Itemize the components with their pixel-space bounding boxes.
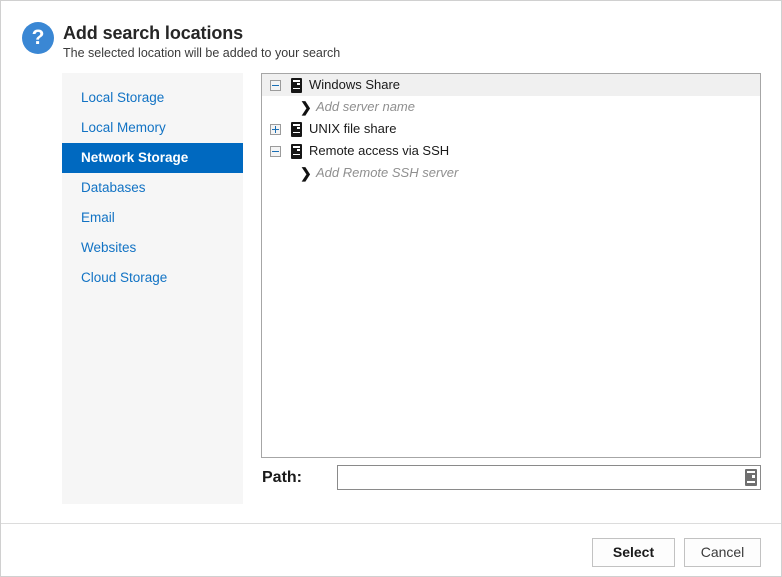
path-field[interactable]: [337, 465, 761, 490]
tree-row[interactable]: ❯ Add server name: [262, 96, 760, 118]
add-search-locations-dialog: ? Add search locations The selected loca…: [0, 0, 782, 577]
footer-divider: [1, 523, 781, 524]
tree-row-label: Add Remote SSH server: [316, 165, 459, 180]
sidebar-item-local-memory[interactable]: Local Memory: [62, 113, 243, 143]
sidebar-item-databases[interactable]: Databases: [62, 173, 243, 203]
chevron-right-icon: ❯: [300, 99, 312, 115]
tree-row[interactable]: Windows Share: [262, 74, 760, 96]
category-sidebar: Local Storage Local Memory Network Stora…: [62, 73, 243, 504]
page-title: Add search locations: [63, 23, 244, 43]
tree-row[interactable]: Remote access via SSH: [262, 140, 760, 162]
path-label: Path:: [262, 469, 302, 486]
cancel-button[interactable]: Cancel: [684, 538, 761, 567]
sidebar-item-local-storage[interactable]: Local Storage: [62, 83, 243, 113]
sidebar-item-label: Local Storage: [81, 90, 165, 105]
tree-row-label: Windows Share: [309, 77, 401, 92]
sidebar-item-websites[interactable]: Websites: [62, 233, 243, 263]
sidebar-item-network-storage[interactable]: Network Storage: [62, 143, 243, 173]
sidebar-item-label: Local Memory: [81, 120, 166, 135]
sidebar-item-email[interactable]: Email: [62, 203, 243, 233]
server-icon: [291, 122, 302, 137]
expand-toggle-icon[interactable]: [270, 124, 281, 135]
collapse-toggle-icon[interactable]: [270, 146, 281, 157]
location-tree: Windows Share ❯ Add server name UNIX fil…: [261, 73, 761, 458]
sidebar-item-label: Websites: [81, 240, 137, 255]
server-icon: [291, 78, 302, 93]
path-input[interactable]: [338, 466, 742, 489]
server-icon[interactable]: [745, 469, 757, 486]
tree-row[interactable]: ❯ Add Remote SSH server: [262, 162, 760, 184]
page-subtitle: The selected location will be added to y…: [63, 46, 341, 60]
tree-row-label: Add server name: [316, 99, 415, 114]
sidebar-item-label: Email: [81, 210, 115, 225]
tree-row-label: Remote access via SSH: [309, 143, 450, 158]
server-icon: [291, 144, 302, 159]
dialog-header: ? Add search locations The selected loca…: [1, 1, 781, 63]
question-mark-icon[interactable]: ?: [22, 22, 54, 54]
sidebar-item-label: Cloud Storage: [81, 270, 168, 285]
tree-row[interactable]: UNIX file share: [262, 118, 760, 140]
chevron-right-icon: ❯: [300, 165, 312, 181]
sidebar-item-cloud-storage[interactable]: Cloud Storage: [62, 263, 243, 293]
sidebar-item-label: Databases: [81, 180, 146, 195]
sidebar-item-label: Network Storage: [81, 150, 189, 165]
select-button[interactable]: Select: [592, 538, 675, 567]
collapse-toggle-icon[interactable]: [270, 80, 281, 91]
tree-row-label: UNIX file share: [309, 121, 397, 136]
